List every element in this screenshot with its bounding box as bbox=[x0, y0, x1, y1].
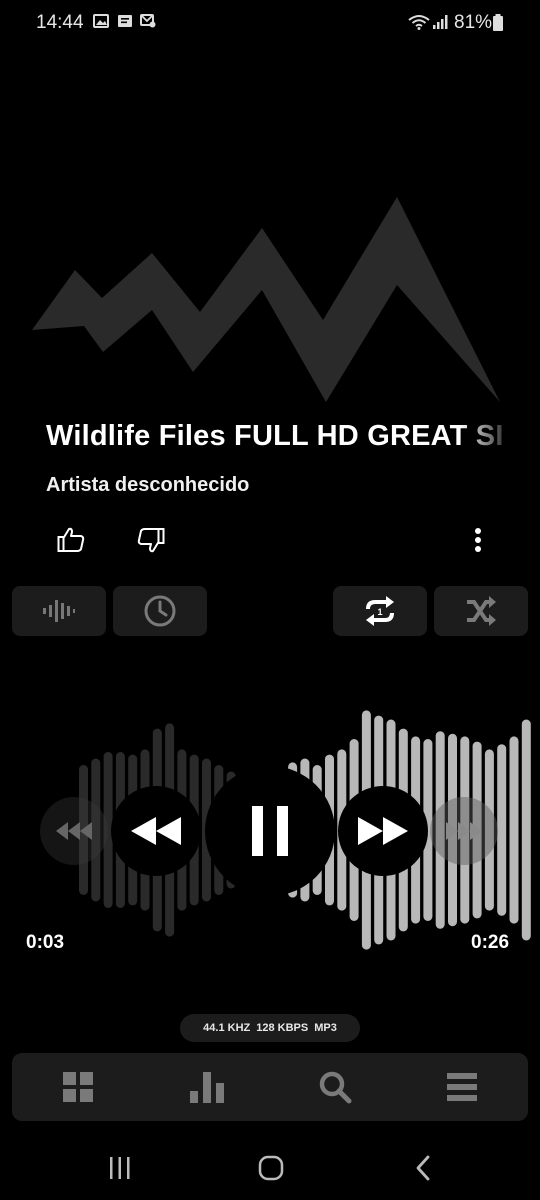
sleep-timer-icon bbox=[144, 595, 176, 627]
nav-search[interactable] bbox=[285, 1053, 385, 1121]
back-button[interactable] bbox=[393, 1148, 453, 1188]
sample-rate: 44.1 KHZ bbox=[203, 1022, 251, 1034]
dislike-button[interactable] bbox=[128, 518, 174, 562]
pause-icon bbox=[252, 806, 288, 856]
track-title: Wildlife Files FULL HD GREAT SI bbox=[46, 420, 504, 452]
image-icon bbox=[93, 14, 109, 28]
album-artwork bbox=[32, 197, 500, 402]
recent-apps-icon bbox=[110, 1157, 130, 1179]
audio-format-badge: 44.1 KHZ 128 KBPS MP3 bbox=[180, 1014, 360, 1042]
sleep-timer-button[interactable] bbox=[113, 586, 207, 636]
track-artist[interactable]: Artista desconhecido bbox=[46, 474, 249, 497]
waveform-icon bbox=[43, 600, 75, 622]
visualizer-button[interactable] bbox=[12, 586, 106, 636]
thumbs-down-icon bbox=[137, 528, 165, 553]
thumbs-up-icon bbox=[57, 527, 85, 552]
signal-icon bbox=[433, 15, 448, 29]
waveform-bar bbox=[497, 744, 507, 916]
current-time: 0:03 bbox=[26, 932, 65, 953]
repeat-one-icon: 1 bbox=[366, 596, 394, 626]
nav-menu[interactable] bbox=[412, 1053, 512, 1121]
message-icon bbox=[118, 15, 132, 27]
grid-icon bbox=[63, 1072, 93, 1102]
waveform-bar bbox=[521, 719, 531, 941]
codec: MP3 bbox=[314, 1022, 337, 1034]
pause-button[interactable] bbox=[205, 766, 335, 896]
like-button[interactable] bbox=[48, 518, 94, 562]
next-track-button[interactable] bbox=[430, 797, 498, 865]
bottom-navigation bbox=[12, 1053, 528, 1121]
nav-charts[interactable] bbox=[157, 1053, 257, 1121]
shuffle-button[interactable] bbox=[434, 586, 528, 636]
home-icon bbox=[258, 1155, 284, 1181]
rewind-icon bbox=[131, 817, 181, 845]
bitrate: 128 KBPS bbox=[256, 1022, 309, 1034]
mail-settings-icon bbox=[140, 14, 156, 28]
fast-forward-icon bbox=[358, 817, 408, 845]
status-time: 14:44 bbox=[36, 12, 84, 33]
home-button[interactable] bbox=[241, 1148, 301, 1188]
nav-library[interactable] bbox=[28, 1053, 128, 1121]
previous-track-icon bbox=[56, 822, 92, 840]
total-time: 0:26 bbox=[471, 932, 510, 953]
back-icon bbox=[416, 1155, 430, 1181]
fast-forward-button[interactable] bbox=[338, 786, 428, 876]
svg-text:1: 1 bbox=[377, 607, 382, 617]
menu-icon bbox=[447, 1073, 477, 1101]
battery-percent: 81% bbox=[454, 12, 493, 33]
wifi-icon bbox=[408, 15, 430, 30]
rewind-button[interactable] bbox=[111, 786, 201, 876]
chart-icon bbox=[190, 1072, 224, 1103]
waveform-bar bbox=[509, 736, 519, 924]
shuffle-icon bbox=[467, 596, 496, 626]
previous-track-button[interactable] bbox=[40, 797, 108, 865]
next-track-icon bbox=[446, 822, 482, 840]
battery-icon bbox=[493, 14, 503, 31]
more-vertical-icon bbox=[475, 528, 481, 552]
recent-apps-button[interactable] bbox=[90, 1148, 150, 1188]
search-icon bbox=[319, 1071, 352, 1104]
repeat-button[interactable]: 1 bbox=[333, 586, 427, 636]
more-options-button[interactable] bbox=[460, 520, 496, 560]
